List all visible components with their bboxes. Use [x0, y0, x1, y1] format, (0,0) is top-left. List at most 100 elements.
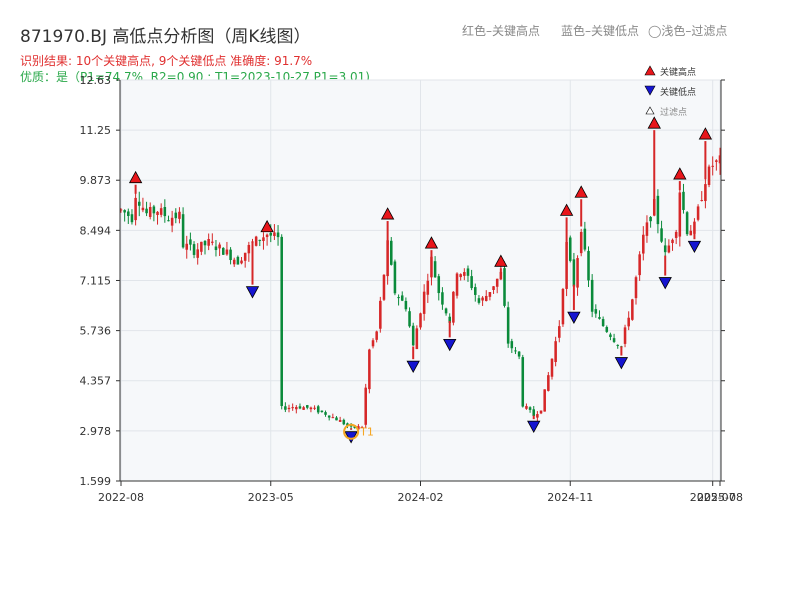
candle-body — [547, 375, 550, 391]
candle-body — [627, 317, 630, 327]
candlestick-chart: T1 12.63 11.25 9.873 8.494 7.115 5.736 4.357 2.… — [80, 65, 743, 504]
candle-body — [145, 208, 148, 214]
candle-body — [185, 243, 189, 250]
candle-body — [313, 407, 316, 409]
candle-body — [262, 237, 265, 242]
candle-body — [393, 261, 397, 294]
candle-body — [663, 245, 667, 253]
candle-body — [295, 407, 298, 410]
candle-body — [488, 291, 492, 297]
candle-body — [612, 338, 616, 342]
candle-body — [674, 231, 678, 238]
candle-body — [320, 410, 324, 413]
candle-body — [189, 239, 192, 245]
candle-body — [459, 274, 462, 278]
candle-body — [240, 260, 243, 264]
x-tick-label: 2022-08 — [98, 491, 144, 504]
candle-body — [656, 195, 660, 225]
y-tick-label: 11.25 — [80, 124, 112, 137]
candle-body — [265, 234, 269, 238]
candle-body — [707, 166, 711, 185]
candle-body — [466, 268, 470, 276]
y-tick-label: 9.873 — [80, 174, 112, 187]
candle-body — [700, 200, 704, 202]
candle-body — [682, 191, 685, 210]
candle-body — [444, 308, 448, 314]
candle-body — [218, 244, 221, 249]
candle-body — [481, 297, 484, 301]
candle-body — [495, 278, 499, 287]
candle-body — [685, 212, 689, 235]
candle-body — [338, 420, 342, 422]
candle-body — [455, 273, 459, 296]
candle-body — [433, 261, 437, 278]
candle-body — [609, 334, 612, 338]
candle-body — [616, 344, 620, 346]
candle-body — [678, 192, 682, 237]
y-tick-label: 4.357 — [80, 375, 112, 388]
candle-body — [558, 326, 561, 338]
candle-body — [269, 232, 273, 236]
candle-body — [536, 414, 539, 418]
legend-high-marker — [644, 65, 656, 76]
legend-high-label: 关键高点 — [660, 66, 696, 78]
candle-body — [422, 291, 426, 314]
candle-body — [517, 351, 521, 357]
candle-body — [174, 212, 178, 219]
candle-body — [601, 319, 605, 327]
candle-body — [273, 232, 276, 237]
candle-body — [371, 340, 375, 347]
candle-body — [196, 249, 199, 258]
candle-body — [528, 407, 532, 410]
candle-body — [704, 184, 707, 202]
candle-body — [181, 214, 185, 248]
candle-body — [390, 240, 393, 265]
candle-body — [152, 206, 156, 214]
candle-body — [386, 240, 389, 277]
candle-body — [276, 232, 280, 238]
candle-body — [579, 231, 583, 254]
candle-body — [400, 295, 404, 301]
candle-body — [302, 407, 305, 410]
candle-body — [232, 259, 236, 265]
candle-body — [404, 300, 408, 310]
candle-body — [426, 280, 430, 295]
candle-body — [375, 331, 378, 340]
candle-body — [583, 228, 587, 250]
candle-body — [638, 254, 641, 276]
candle-body — [671, 239, 674, 244]
candle-body — [506, 307, 510, 344]
candle-body — [525, 406, 528, 409]
candle-body — [594, 309, 598, 314]
candle-body — [284, 406, 287, 410]
candle-body — [379, 300, 382, 329]
candle-body — [576, 258, 579, 288]
candle-body — [539, 410, 543, 414]
candle-body — [254, 236, 258, 246]
x-tick-label: 2023-05 — [248, 491, 294, 504]
candle-body — [667, 245, 671, 253]
candle-body — [167, 220, 170, 222]
candle-body — [368, 349, 371, 390]
candle-body — [565, 242, 568, 289]
candle-body — [492, 286, 495, 290]
candle-body — [156, 211, 159, 216]
candle-body — [408, 311, 411, 327]
candle-body — [437, 276, 441, 294]
candle-body — [287, 407, 291, 410]
candle-body — [514, 350, 517, 352]
y-tick-label: 5.736 — [80, 325, 112, 338]
candle-body — [696, 206, 700, 220]
candle-body — [452, 291, 455, 323]
candle-body — [441, 292, 444, 305]
candle-body — [123, 210, 126, 213]
candle-body — [397, 297, 400, 299]
candle-body — [247, 244, 251, 254]
t1-label: T1 — [359, 426, 374, 439]
candle-body — [521, 357, 525, 407]
candle-body — [382, 274, 386, 300]
candle-body — [221, 247, 225, 255]
candle-body — [477, 298, 481, 303]
candle-body — [561, 288, 565, 325]
candle-body — [503, 268, 506, 306]
